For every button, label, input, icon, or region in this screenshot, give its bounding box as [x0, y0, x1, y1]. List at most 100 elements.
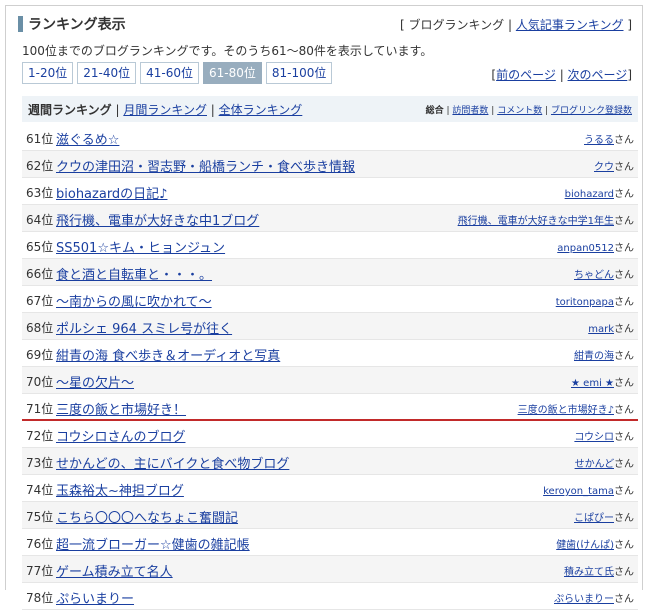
rank-number: 67位 [26, 294, 54, 308]
owner-link[interactable]: toritonpapa [556, 297, 614, 308]
rank-number: 64位 [26, 213, 54, 227]
owner-link[interactable]: 積み立て氏 [564, 567, 614, 578]
rank-number: 75位 [26, 510, 54, 524]
owner-suffix: さん [614, 135, 634, 146]
owner-link[interactable]: こぱぴー [574, 513, 614, 524]
sort-visits[interactable]: 訪問者数 [452, 106, 488, 116]
owner-link[interactable]: ★ emi ★ [571, 378, 614, 389]
owner-link[interactable]: anpan0512 [557, 243, 614, 254]
owner-link[interactable]: 飛行機、電車が大好きな中学1年生 [458, 216, 614, 227]
sort-blog-links[interactable]: ブログリンク登録数 [551, 106, 632, 116]
blog-ranking-link[interactable]: ブログランキング [409, 18, 505, 32]
blog-title-link[interactable]: 三度の飯と市場好き！ [56, 399, 186, 418]
tab-monthly[interactable]: 月間ランキング [123, 103, 207, 117]
blog-title-link[interactable]: クウの津田沼・習志野・船橋ランチ・食べ歩き情報 [56, 156, 355, 175]
panel-title: ランキング表示 [28, 17, 126, 33]
rank-number: 78位 [26, 591, 54, 605]
rank-number: 66位 [26, 267, 54, 281]
popular-article-ranking-link[interactable]: 人気記事ランキング [516, 18, 624, 32]
tab-separator: | [206, 103, 219, 117]
bracket-open: [ [400, 18, 409, 32]
owner-link[interactable]: mark [588, 324, 614, 335]
owner-suffix: さん [614, 567, 634, 578]
blog-title-link[interactable]: 玉森裕太~神担ブログ [56, 480, 184, 499]
ranking-type-links: [ ブログランキング | 人気記事ランキング ] [400, 16, 632, 33]
owner-suffix: さん [614, 486, 634, 497]
rank-number: 72位 [26, 429, 54, 443]
tab-weekly[interactable]: 週間ランキング [28, 103, 112, 117]
title-accent-bar [18, 16, 23, 32]
sort-total[interactable]: 総合 [426, 106, 444, 116]
blog-title-link[interactable]: こちら〇〇〇へなちょこ奮闘記 [56, 507, 238, 526]
rank-number: 69位 [26, 348, 54, 362]
bracket-close: ] [623, 18, 632, 32]
blog-title-link[interactable]: ゲーム積み立て名人 [56, 561, 173, 580]
rank-number: 62位 [26, 159, 54, 173]
table-row: 62位 クウの津田沼・習志野・船橋ランチ・食べ歩き情報 クウさん [22, 151, 638, 178]
panel-header: ランキング表示 [ ブログランキング | 人気記事ランキング ] [12, 10, 636, 36]
owner-suffix: さん [614, 270, 634, 281]
range-button-active[interactable]: 61-80位 [203, 62, 262, 84]
range-button[interactable]: 21-40位 [77, 62, 137, 84]
rank-number: 73位 [26, 456, 54, 470]
blog-title-link[interactable]: biohazardの日記♪ [56, 183, 167, 202]
link-separator: | [504, 18, 516, 32]
blog-title-link[interactable]: 飛行機、電車が大好きな中1ブログ [56, 210, 259, 229]
blog-title-link[interactable]: せかんどの、主にバイクと食べ物ブログ [56, 453, 289, 472]
table-row: 68位 ポルシェ 964 スミレ号が往く markさん [22, 313, 638, 340]
table-row: 75位 こちら〇〇〇へなちょこ奮闘記 こぱぴーさん [22, 502, 638, 529]
range-selector: 1-20位 21-40位 41-60位 61-80位 81-100位 [22, 62, 333, 84]
blog-title-link[interactable]: ～南からの風に吹かれて～ [56, 291, 212, 310]
tab-separator: | [111, 103, 124, 117]
blog-title-link[interactable]: 超一流ブローガー☆健歯の雑記帳 [56, 534, 250, 553]
owner-suffix: さん [614, 216, 634, 227]
blog-title-link[interactable]: ～星の欠片～ [56, 372, 134, 391]
owner-suffix: さん [614, 540, 634, 551]
sort-options: 総合 | 訪問者数 | コメント数 | ブログリンク登録数 [426, 103, 632, 116]
blog-title-link[interactable]: ポルシェ 964 スミレ号が往く [56, 318, 232, 337]
table-row: 70位 ～星の欠片～ ★ emi ★さん [22, 367, 638, 394]
rank-number: 70位 [26, 375, 54, 389]
blog-title-link[interactable]: SS501☆キム・ヒョンジュン [56, 237, 225, 256]
rank-number: 65位 [26, 240, 54, 254]
ranking-panel: ランキング表示 [ ブログランキング | 人気記事ランキング ] 100位までの… [5, 5, 643, 610]
owner-link[interactable]: コウシロ [574, 432, 614, 443]
next-page-link[interactable]: 次のページ [568, 68, 628, 82]
owner-link[interactable]: biohazard [565, 189, 614, 200]
blog-title-link[interactable]: ぷらいまりー [56, 588, 134, 607]
owner-suffix: さん [614, 297, 634, 308]
range-button[interactable]: 1-20位 [22, 62, 74, 84]
table-row: 76位 超一流ブローガー☆健歯の雑記帳 健歯(けんぱ)さん [22, 529, 638, 556]
owner-link[interactable]: 三度の飯と市場好き♪ [518, 405, 614, 416]
table-row: 77位 ゲーム積み立て名人 積み立て氏さん [22, 556, 638, 583]
owner-link[interactable]: 健歯(けんぱ) [556, 540, 614, 551]
range-button[interactable]: 41-60位 [140, 62, 199, 84]
owner-link[interactable]: せかんど [575, 459, 614, 470]
owner-link[interactable]: うるる [584, 135, 614, 146]
owner-suffix: さん [614, 594, 634, 605]
owner-link[interactable]: 紺青の海 [574, 351, 614, 362]
owner-link[interactable]: keroyon_tama [543, 486, 614, 497]
table-row: 72位 コウシロさんのブログ コウシロさん [22, 421, 638, 448]
owner-suffix: さん [614, 405, 634, 416]
table-row: 66位 食と酒と自転車と・・・。 ちゃどんさん [22, 259, 638, 286]
blog-title-link[interactable]: コウシロさんのブログ [56, 426, 185, 445]
rank-number: 68位 [26, 321, 54, 335]
sort-comments[interactable]: コメント数 [497, 106, 542, 116]
blog-title-link[interactable]: 紺青の海 食べ歩き＆オーディオと写真 [56, 345, 280, 364]
owner-link[interactable]: クウ [594, 162, 614, 173]
rank-number: 71位 [26, 402, 54, 416]
tab-overall[interactable]: 全体ランキング [219, 103, 303, 117]
owner-link[interactable]: ぷらいまりー [554, 594, 614, 605]
owner-suffix: さん [614, 378, 634, 389]
rank-number: 63位 [26, 186, 54, 200]
owner-link[interactable]: ちゃどん [574, 270, 614, 281]
table-row: 67位 ～南からの風に吹かれて～ toritonpapaさん [22, 286, 638, 313]
period-tabs: 週間ランキング | 月間ランキング | 全体ランキング 総合 | 訪問者数 | … [22, 96, 638, 122]
blog-title-link[interactable]: 食と酒と自転車と・・・。 [56, 264, 212, 283]
blog-title-link[interactable]: 滋ぐるめ☆ [56, 129, 119, 148]
range-button[interactable]: 81-100位 [265, 62, 333, 84]
owner-suffix: さん [614, 324, 634, 335]
prev-page-link[interactable]: 前のページ [496, 68, 556, 82]
rank-number: 77位 [26, 564, 54, 578]
